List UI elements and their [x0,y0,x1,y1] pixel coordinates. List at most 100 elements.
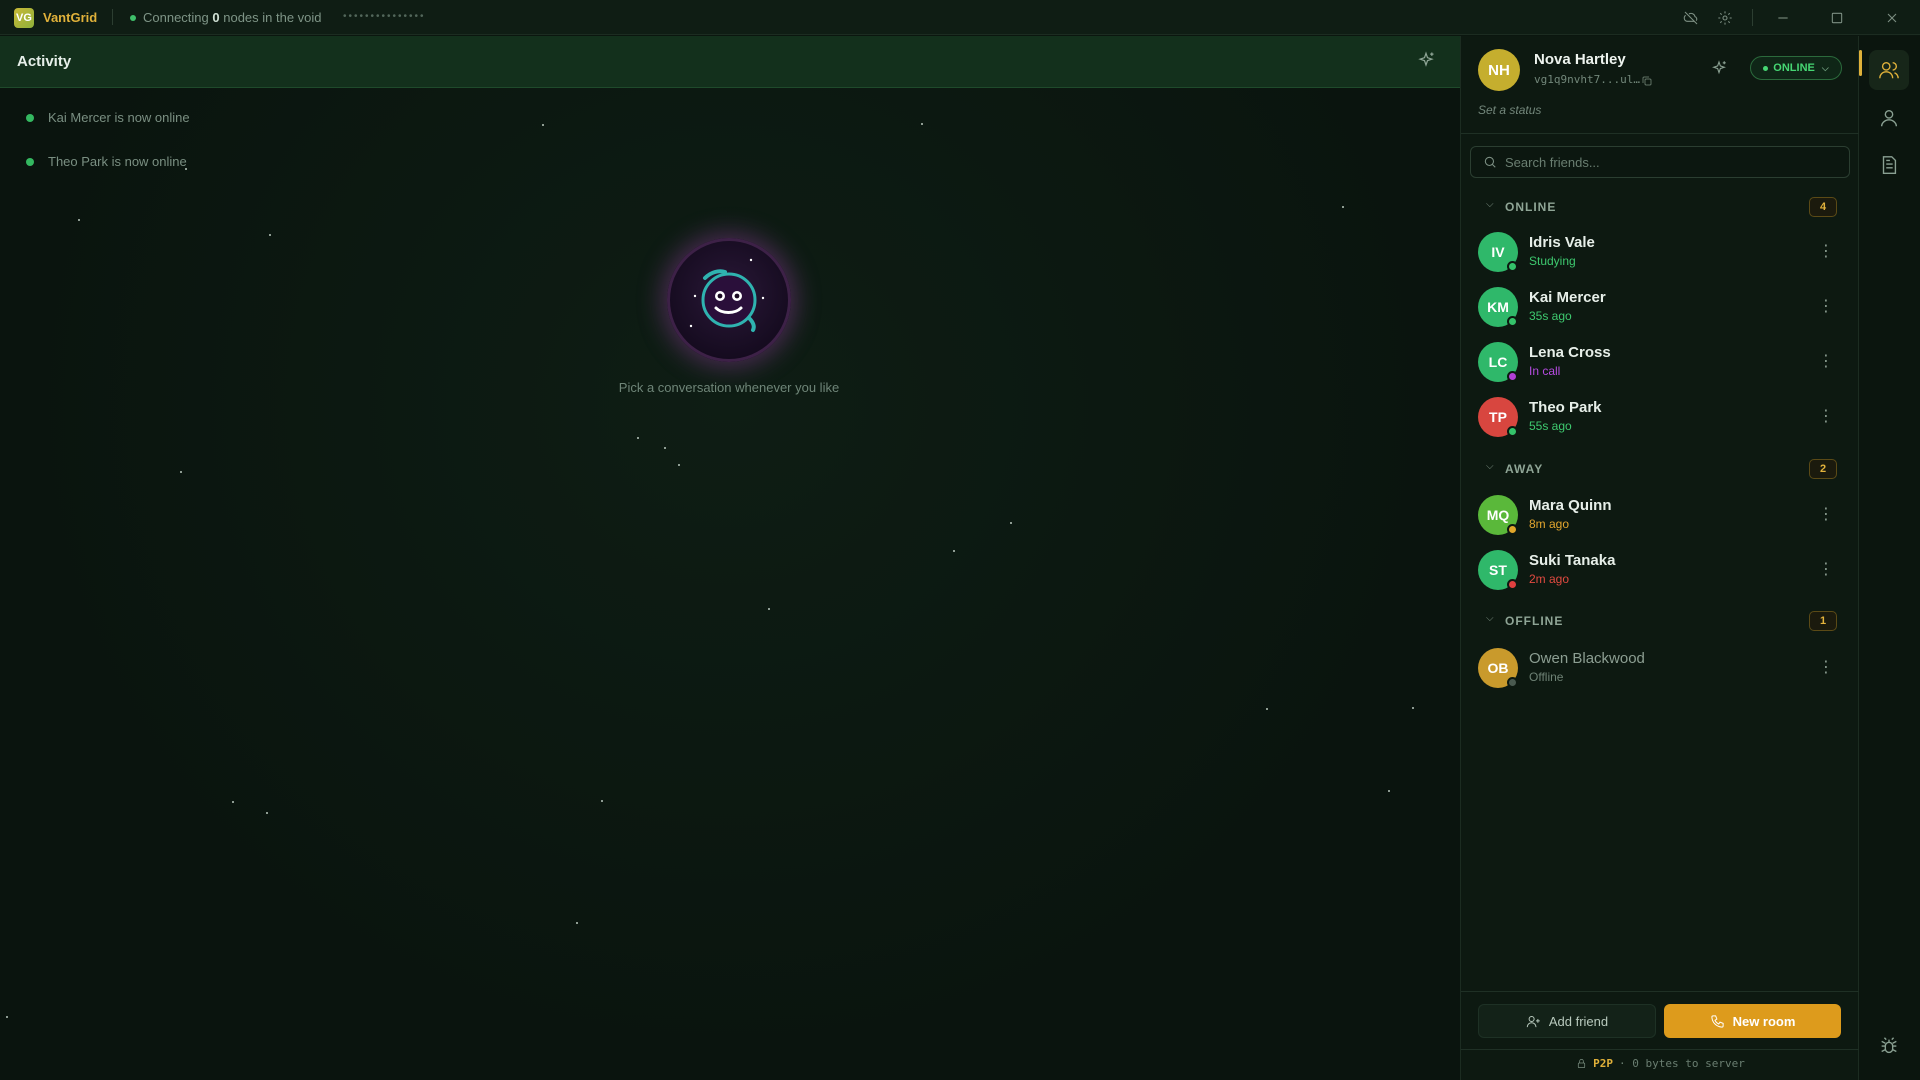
friend-name: Kai Mercer [1529,289,1606,306]
chevron-down-icon: ⌵ [1486,461,1494,472]
search-icon [1483,155,1497,169]
activity-item-text: Kai Mercer is now online [48,110,190,125]
friend-item[interactable]: TP Theo Park 55s ago ⋮ [1461,392,1860,442]
add-friend-button[interactable]: Add friend [1478,1004,1656,1038]
more-options-icon[interactable]: ⋮ [1816,240,1836,264]
profile-name: Nova Hartley [1534,51,1626,68]
group-count-badge: 1 [1809,611,1837,631]
connection-progress-dots: ••••••••••••••• [343,11,426,22]
profile-avatar[interactable]: NH [1478,49,1520,91]
friend-status: 55s ago [1529,419,1572,433]
close-icon[interactable] [1882,8,1902,28]
new-room-button[interactable]: New room [1664,1004,1841,1038]
friend-status: Offline [1529,670,1564,684]
friend-name: Theo Park [1529,399,1602,416]
search-input[interactable] [1505,147,1845,177]
group-header-away[interactable]: ⌵ AWAY 2 [1461,457,1860,481]
status-dot [1763,65,1769,71]
friend-item[interactable]: LC Lena Cross In call ⋮ [1461,337,1860,387]
friend-name: Owen Blackwood [1529,650,1645,667]
mascot-illustration [667,238,791,362]
more-options-icon[interactable]: ⋮ [1816,405,1836,429]
status-dot [1507,426,1518,437]
activity-pane: Activity Kai Mercer is now online Theo P… [0,36,1460,1080]
connection-status-dot [130,15,136,21]
notes-icon [1882,156,1897,174]
group-count-badge: 2 [1809,459,1837,479]
minimize-icon[interactable] [1773,8,1793,28]
cloud-off-icon[interactable] [1681,8,1701,28]
group-title: OFFLINE [1505,614,1564,628]
friend-status: 8m ago [1529,517,1570,531]
friend-item[interactable]: KM Kai Mercer 35s ago ⋮ [1461,282,1860,332]
rail-friends-button[interactable] [1869,50,1909,90]
friends-panel: NH Nova Hartley vg1q9nvht7...ul… ONLINE … [1460,36,1859,1080]
rail-debug-button[interactable] [1869,1026,1909,1066]
maximize-icon[interactable] [1827,8,1847,28]
more-options-icon[interactable]: ⋮ [1816,656,1836,680]
sparkle-icon[interactable] [1710,59,1730,79]
status-dot [1507,371,1518,382]
more-options-icon[interactable]: ⋮ [1816,558,1836,582]
app-logo: VG [14,8,34,28]
node-count: 0 [212,10,220,25]
divider [1461,133,1859,134]
more-options-icon[interactable]: ⋮ [1816,350,1836,374]
friend-name: Mara Quinn [1529,497,1612,514]
empty-state-text: Pick a conversation whenever you like [618,380,840,395]
chevron-down-icon: ⌵ [1486,613,1494,624]
activity-item: Kai Mercer is now online [26,110,190,125]
p2p-status: P2P · 0 bytes to server [1461,1057,1860,1070]
more-options-icon[interactable]: ⋮ [1816,295,1836,319]
group-title: AWAY [1505,462,1544,476]
p2p-text: · 0 bytes to server [1619,1057,1745,1070]
contacts-icon [1880,109,1898,127]
friend-name: Idris Vale [1529,234,1595,251]
connection-status-text: Connecting 0 nodes in the void [143,10,322,25]
status-label: ONLINE [1773,62,1815,74]
group-title: ONLINE [1505,200,1557,214]
friend-name: Lena Cross [1529,344,1611,361]
profile-id: vg1q9nvht7...ul… [1534,73,1640,86]
rail-contacts-button[interactable] [1869,98,1909,138]
friend-name: Suki Tanaka [1529,552,1616,569]
lock-icon [1578,1059,1586,1068]
gear-icon[interactable] [1715,8,1735,28]
activity-item: Theo Park is now online [26,154,187,169]
add-friend-label: Add friend [1548,1013,1609,1029]
group-header-offline[interactable]: ⌵ OFFLINE 1 [1461,609,1860,633]
status-dropdown[interactable]: ONLINE ⌵ [1750,56,1842,80]
friend-item[interactable]: ST Suki Tanaka 2m ago ⋮ [1461,545,1860,595]
window-controls-separator [1752,9,1753,26]
right-rail [1859,36,1920,1080]
new-room-label: New room [1732,1013,1796,1029]
group-count-badge: 4 [1809,197,1837,217]
app-window: VG VantGrid Connecting 0 nodes in the vo… [0,0,1920,1080]
activity-item-text: Theo Park is now online [48,154,187,169]
phone-icon [1710,1014,1724,1028]
friend-status: 2m ago [1529,572,1570,586]
activity-title: Activity [17,53,72,70]
app-name: VantGrid [43,10,98,25]
title-separator [112,9,113,25]
set-status-link[interactable]: Set a status [1478,103,1541,117]
friend-item[interactable]: IV Idris Vale Studying ⋮ [1461,227,1860,277]
friend-item[interactable]: MQ Mara Quinn 8m ago ⋮ [1461,490,1860,540]
status-dot [1507,261,1518,272]
online-dot [26,113,34,122]
copy-icon[interactable] [1641,74,1653,86]
friends-icon [1879,61,1899,79]
group-header-online[interactable]: ⌵ ONLINE 4 [1461,195,1860,219]
bug-icon [1881,1037,1897,1054]
active-indicator [1859,50,1862,76]
online-dot [26,157,34,166]
chevron-down-icon: ⌵ [1486,199,1494,210]
search-box [1470,146,1850,178]
friend-status: Studying [1529,254,1576,268]
sparkle-icon[interactable] [1416,50,1438,72]
friend-item[interactable]: OB Owen Blackwood Offline ⋮ [1461,643,1860,693]
activity-header: Activity [0,36,1460,88]
more-options-icon[interactable]: ⋮ [1816,503,1836,527]
rail-notes-button[interactable] [1869,145,1909,185]
friend-status: In call [1529,364,1561,378]
